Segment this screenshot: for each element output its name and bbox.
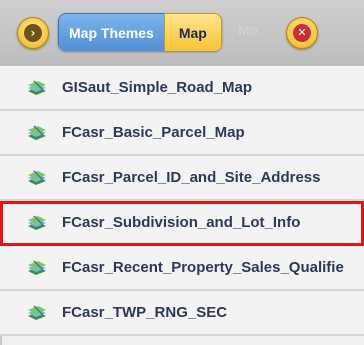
map-layers-icon (28, 80, 46, 95)
list-item[interactable]: GISaut_Simple_Road_Map (0, 66, 364, 111)
map-layers-icon (28, 305, 46, 320)
close-icon: ✕ (293, 24, 311, 42)
tab-map[interactable]: Map (163, 13, 222, 51)
list-item-label: FCasr_Recent_Property_Sales_Qualifie (62, 259, 344, 276)
list-item-label: FCasr_Parcel_ID_and_Site_Address (62, 169, 321, 186)
faded-label: Mo (238, 22, 259, 38)
panel-header: › Map Themes Map Mo ✕ (0, 0, 364, 67)
list-item[interactable]: FCasr_Parcel_ID_and_Site_Address (0, 156, 364, 201)
list-item-selected[interactable]: FCasr_Subdivision_and_Lot_Info (0, 201, 364, 246)
list-item[interactable]: FCasr_Recent_Property_Sales_Qualifie (0, 246, 364, 291)
list-item-label: FCasr_Subdivision_and_Lot_Info (62, 214, 301, 231)
list-item[interactable]: FCasr_TWP_RNG_SEC (0, 291, 364, 336)
theme-list: GISaut_Simple_Road_Map FCasr_Basic_Parce… (0, 66, 364, 336)
map-layers-icon (28, 125, 46, 140)
map-themes-panel: › Map Themes Map Mo ✕ GISaut_Simple_Road… (0, 0, 364, 345)
map-layers-icon (28, 170, 46, 185)
chevron-right-icon: › (24, 24, 42, 42)
list-item-label: FCasr_TWP_RNG_SEC (62, 304, 228, 321)
close-button[interactable]: ✕ (286, 17, 318, 49)
map-layers-icon (28, 260, 46, 275)
view-switcher: Map Themes Map (58, 13, 222, 51)
tab-map-themes[interactable]: Map Themes (58, 13, 164, 51)
back-button[interactable]: › (17, 17, 49, 49)
list-item-label: GISaut_Simple_Road_Map (62, 79, 253, 96)
list-item-label: FCasr_Basic_Parcel_Map (62, 124, 245, 141)
list-item[interactable]: FCasr_Basic_Parcel_Map (0, 111, 364, 156)
map-layers-icon (28, 215, 46, 230)
